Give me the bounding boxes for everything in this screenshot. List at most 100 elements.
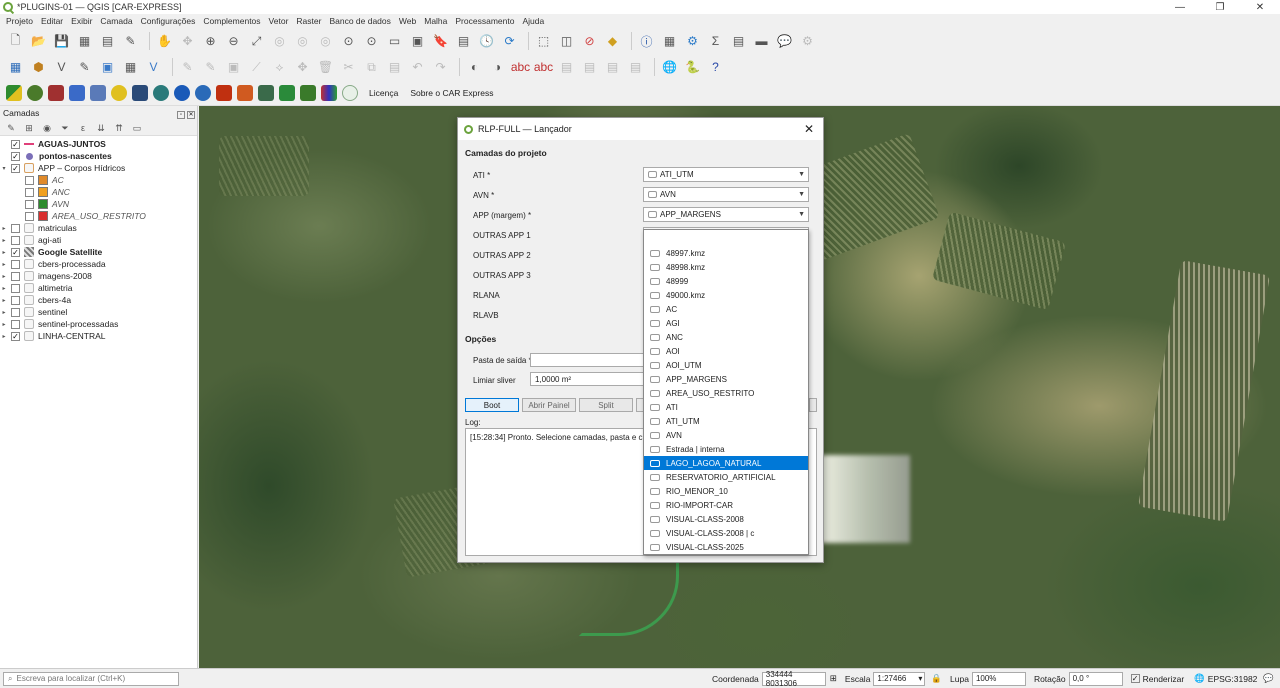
layer-visibility-checkbox[interactable] <box>11 271 20 281</box>
plugin-globe-icon[interactable]: 🌐 <box>660 58 679 77</box>
menu-2[interactable]: Exibir <box>71 16 92 26</box>
float-panel-icon[interactable]: ▫ <box>177 110 185 119</box>
layer-visibility-checkbox[interactable]: ✓ <box>11 163 20 173</box>
plugin-colors-icon[interactable] <box>321 84 337 101</box>
plugin-leaf-icon[interactable] <box>27 84 43 101</box>
layer-visibility-checkbox[interactable] <box>25 187 34 197</box>
select-features-icon[interactable]: ⬚ <box>534 32 553 51</box>
dropdown-option[interactable]: AOI_UTM <box>644 358 808 372</box>
dropdown-option[interactable]: 48997.kmz <box>644 246 808 260</box>
label-show-icon[interactable]: ▤ <box>626 58 645 77</box>
menu-11[interactable]: Processamento <box>455 16 514 26</box>
lock-scale-icon[interactable]: 🔒 <box>931 673 942 684</box>
save-project-icon[interactable]: 💾 <box>52 32 71 51</box>
license-link[interactable]: Licença <box>369 88 398 98</box>
save-edits-icon[interactable]: ▣ <box>224 58 243 77</box>
plugin-sun-icon[interactable] <box>111 84 127 101</box>
plugin-gear-icon[interactable] <box>69 84 85 101</box>
layer-visibility-checkbox[interactable]: ✓ <box>11 331 20 341</box>
show-bookmarks-icon[interactable]: ▤ <box>454 32 473 51</box>
expand-arrow-icon[interactable]: ▸ <box>0 321 8 328</box>
layer-row[interactable]: ▸ matriculas <box>0 222 197 234</box>
menu-4[interactable]: Configurações <box>141 16 196 26</box>
cut-features-icon[interactable]: ✂ <box>339 58 358 77</box>
render-checkbox[interactable]: ✓ <box>1130 674 1140 683</box>
data-source-manager-icon[interactable]: ▦ <box>6 58 25 77</box>
boot-button[interactable]: Boot <box>465 398 519 412</box>
menu-1[interactable]: Editar <box>41 16 63 26</box>
expand-arrow-icon[interactable]: ▸ <box>0 237 8 244</box>
crs-icon[interactable]: 🌐 <box>1194 673 1205 684</box>
layer-row[interactable]: ▾ ✓ APP – Corpos Hídricos <box>0 162 197 174</box>
plugin-blue-icon[interactable] <box>174 84 190 101</box>
plugin-forest-icon[interactable] <box>300 84 316 101</box>
plugin-map-icon[interactable] <box>258 84 274 101</box>
layer-row[interactable]: ▸ cbers-4a <box>0 294 197 306</box>
expand-arrow-icon[interactable]: ▸ <box>0 261 8 268</box>
zoom-native-icon[interactable]: ◎ <box>316 32 335 51</box>
layer-combo-dropdown[interactable]: 48997.kmz 48998.kmz 48999 49000.kmz AC AGI ANC… <box>643 229 809 555</box>
new-3d-view-icon[interactable]: ▣ <box>408 32 427 51</box>
deselect-icon[interactable]: ⊘ <box>580 32 599 51</box>
dropdown-option[interactable]: AGI <box>644 316 808 330</box>
layer-visibility-checkbox[interactable] <box>11 223 20 233</box>
expand-arrow-icon[interactable]: ▸ <box>0 285 8 292</box>
label-move-icon[interactable]: ▤ <box>557 58 576 77</box>
dropdown-option[interactable]: RESERVATORIO_ARTIFICIAL <box>644 470 808 484</box>
layer-row[interactable]: AC <box>0 174 197 186</box>
plugin-image-icon[interactable] <box>132 84 148 101</box>
menu-7[interactable]: Raster <box>296 16 321 26</box>
delete-selected-icon[interactable]: 🗑 <box>316 58 335 77</box>
bookmark-icon[interactable]: 🔖 <box>431 32 450 51</box>
sliver-threshold-input[interactable]: 1,0000 m² <box>530 372 650 386</box>
copy-features-icon[interactable]: ⧉ <box>362 58 381 77</box>
expand-arrow-icon[interactable]: ▾ <box>0 165 8 172</box>
plugin-circle-icon[interactable] <box>153 84 169 101</box>
expand-arrow-icon[interactable]: ▸ <box>0 273 8 280</box>
identify-icon[interactable]: ◆ <box>603 32 622 51</box>
expand-all-icon[interactable]: ⇊ <box>94 122 108 134</box>
layer-row[interactable]: AVN <box>0 198 197 210</box>
layer-visibility-checkbox[interactable] <box>25 175 34 185</box>
messages-icon[interactable]: 💬 <box>1263 673 1274 684</box>
identify-features-icon[interactable]: ⓘ <box>637 32 656 51</box>
add-mesh-icon[interactable]: ▦ <box>121 58 140 77</box>
plugin-globe-blue-icon[interactable] <box>195 84 211 101</box>
new-geopackage-icon[interactable]: ⬢ <box>29 58 48 77</box>
rotation-field[interactable]: 0,0 ° <box>1068 671 1123 686</box>
zoom-layer-icon[interactable]: ◎ <box>293 32 312 51</box>
layer-visibility-checkbox[interactable]: ✓ <box>11 151 20 161</box>
open-project-icon[interactable]: 📂 <box>29 32 48 51</box>
expand-arrow-icon[interactable]: ▸ <box>0 225 8 232</box>
label-abc-icon[interactable]: abc <box>511 58 530 77</box>
minimize-button[interactable]: — <box>1160 2 1200 13</box>
layer-visibility-checkbox[interactable] <box>11 259 20 269</box>
close-dialog-icon[interactable]: ✕ <box>795 122 823 136</box>
layer-visibility-checkbox[interactable] <box>25 199 34 209</box>
pan-to-selection-icon[interactable]: ✥ <box>178 32 197 51</box>
redo-icon[interactable]: ↷ <box>431 58 450 77</box>
dropdown-option[interactable]: ATI <box>644 400 808 414</box>
paste-features-icon[interactable]: ▤ <box>385 58 404 77</box>
plugin-satellite-icon[interactable] <box>342 84 358 101</box>
plugin-tree-icon[interactable] <box>279 84 295 101</box>
pan-icon[interactable]: ✋ <box>155 32 174 51</box>
zoom-in-icon[interactable]: ⊕ <box>201 32 220 51</box>
print-layout-icon[interactable]: ▦ <box>75 32 94 51</box>
undo-icon[interactable]: ↶ <box>408 58 427 77</box>
dropdown-option[interactable]: RIO-IMPORT-CAR <box>644 498 808 512</box>
menu-6[interactable]: Vetor <box>269 16 289 26</box>
menu-9[interactable]: Web <box>399 16 416 26</box>
vertex-tool-icon[interactable]: ⟡ <box>270 58 289 77</box>
zoom-selection-icon[interactable]: ◎ <box>270 32 289 51</box>
attribute-table-icon[interactable]: ▦ <box>660 32 679 51</box>
layer-row[interactable]: AREA_USO_RESTRITO <box>0 210 197 222</box>
edit-pencil-icon[interactable]: ✎ <box>201 58 220 77</box>
label-rotate-icon[interactable]: ▤ <box>580 58 599 77</box>
car-express-icon[interactable] <box>6 84 22 101</box>
layer-row[interactable]: ▸ sentinel-processadas <box>0 318 197 330</box>
filter-icon[interactable]: ⏷ <box>58 122 72 134</box>
layer-row[interactable]: ANC <box>0 186 197 198</box>
new-project-icon[interactable]: 🗋 <box>6 32 25 51</box>
dropdown-option[interactable]: VISUAL-CLASS-2008 <box>644 512 808 526</box>
